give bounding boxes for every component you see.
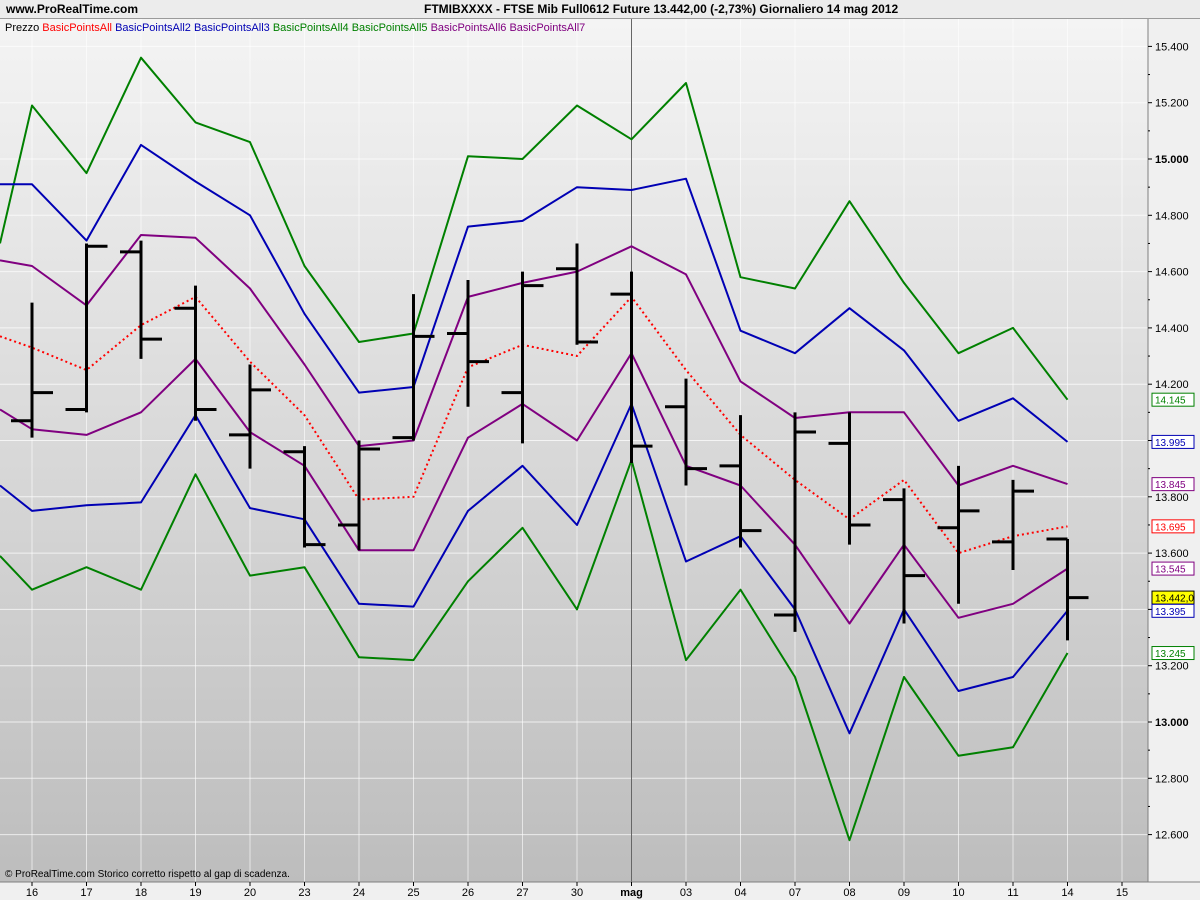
legend: Prezzo BasicPointsAll BasicPointsAll2 Ba… [5, 22, 585, 34]
legend-item: BasicPointsAll2 [112, 22, 191, 34]
value-badge-label: 13.845 [1155, 480, 1186, 491]
x-tick-label: 14 [1061, 887, 1073, 899]
value-badge-label: 13.545 [1155, 565, 1186, 576]
legend-item: BasicPointsAll3 [191, 22, 270, 34]
value-badge-label: 13.995 [1155, 438, 1186, 449]
x-tick-label: 16 [26, 887, 38, 899]
x-tick-label: 11 [1007, 887, 1018, 899]
legend-item: BasicPointsAll6 [428, 22, 507, 34]
y-tick-label: 14.600 [1155, 267, 1189, 279]
value-badge-label: 13.442,0 [1155, 594, 1194, 605]
y-tick-label: 13.600 [1155, 548, 1189, 560]
value-badge-label: 13.245 [1155, 649, 1186, 660]
y-tick-label: 15.400 [1155, 41, 1189, 53]
x-tick-label: 26 [462, 887, 474, 899]
x-tick-label: 18 [135, 887, 147, 899]
legend-item: BasicPointsAll7 [506, 22, 585, 34]
y-tick-label: 13.000 [1155, 717, 1189, 729]
x-tick-label: 19 [189, 887, 201, 899]
x-tick-label: 27 [516, 887, 528, 899]
x-tick-label: 04 [734, 887, 746, 899]
y-tick-label: 12.600 [1155, 830, 1189, 842]
footer-note: © ProRealTime.com Storico corretto rispe… [5, 869, 290, 880]
value-badge-label: 13.395 [1155, 607, 1186, 618]
y-tick-label: 13.800 [1155, 492, 1189, 504]
y-tick-label: 14.800 [1155, 210, 1189, 222]
y-tick-label: 15.000 [1155, 154, 1189, 166]
y-axis-panel [1148, 19, 1200, 882]
x-tick-label: mag [620, 887, 643, 899]
x-tick-label: 07 [789, 887, 801, 899]
price-chart[interactable]: Prezzo BasicPointsAll BasicPointsAll2 Ba… [0, 0, 1200, 900]
x-tick-label: 17 [80, 887, 92, 899]
legend-item: Prezzo [5, 22, 39, 34]
x-tick-label: 08 [843, 887, 855, 899]
y-tick-label: 12.800 [1155, 773, 1189, 785]
legend-item: BasicPointsAll [39, 22, 112, 34]
x-tick-label: 25 [407, 887, 419, 899]
legend-text: Prezzo BasicPointsAll BasicPointsAll2 Ba… [5, 22, 585, 34]
value-badge-label: 13.695 [1155, 522, 1186, 533]
legend-item: BasicPointsAll4 [270, 22, 349, 34]
y-tick-label: 13.200 [1155, 661, 1189, 673]
legend-item: BasicPointsAll5 [349, 22, 428, 34]
x-tick-label: 15 [1116, 887, 1128, 899]
x-tick-label: 10 [952, 887, 964, 899]
x-tick-label: 23 [298, 887, 310, 899]
chart-window: www.ProRealTime.com FTMIBXXXX - FTSE Mib… [0, 0, 1200, 900]
x-tick-label: 30 [571, 887, 583, 899]
value-badge-label: 14.145 [1155, 396, 1186, 407]
x-tick-label: 24 [353, 887, 365, 899]
x-axis-panel [0, 882, 1200, 900]
y-tick-label: 14.400 [1155, 323, 1189, 335]
x-tick-label: 03 [680, 887, 692, 899]
x-tick-label: 09 [898, 887, 910, 899]
x-tick-label: 20 [244, 887, 256, 899]
y-tick-label: 15.200 [1155, 98, 1189, 110]
y-tick-label: 14.200 [1155, 379, 1189, 391]
